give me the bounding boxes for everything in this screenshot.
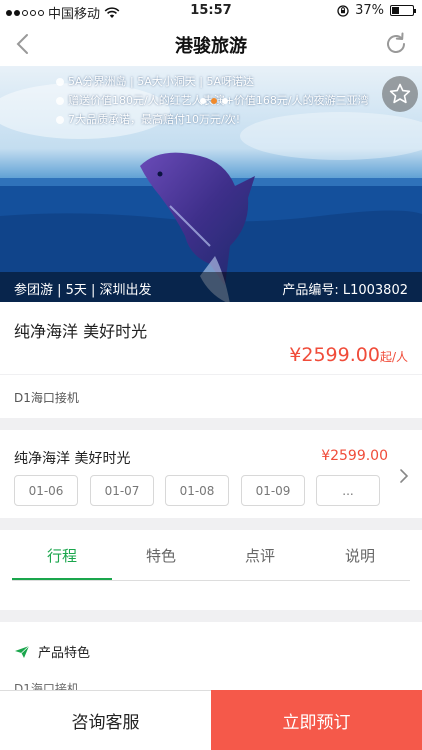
date-chip[interactable]: 01-07 <box>90 475 154 506</box>
tab-itinerary[interactable]: 行程 <box>12 530 112 580</box>
product-name: 纯净海洋 美好时光 <box>14 322 148 341</box>
itinerary-day-text: D1海口接机 <box>14 391 79 405</box>
hero-banner[interactable]: 5A分界洲岛 | 5A大小洞天 | 5A呀诺达 赠送价值180元/人的红艺人表演… <box>0 66 422 302</box>
tour-meta: 参团游 | 5天 | 深圳出发 <box>14 283 152 298</box>
selling-point: 7大品质承诺，最高赔付10万元/次! <box>56 110 369 129</box>
carousel-dot[interactable] <box>222 98 228 104</box>
rotation-lock-icon <box>337 4 349 17</box>
status-bar: 中国移动 15:57 37% <box>0 0 422 22</box>
tab-features[interactable]: 特色 <box>111 530 211 580</box>
date-chip[interactable]: 01-09 <box>241 475 305 506</box>
product-summary: 纯净海洋 美好时光 ¥2599.00起/人 <box>0 302 422 374</box>
more-dates-chip[interactable]: ... <box>316 475 380 506</box>
features-heading: 产品特色 <box>14 642 90 661</box>
bullet-icon <box>56 115 64 124</box>
favorite-button[interactable] <box>382 76 418 112</box>
features-title: 产品特色 <box>38 646 91 661</box>
carousel-dot[interactable] <box>200 98 206 104</box>
carousel-dots <box>200 98 228 104</box>
date-chip[interactable]: 01-08 <box>165 475 229 506</box>
product-code: 产品编号: L1003802 <box>282 283 408 298</box>
tab-notes[interactable]: 说明 <box>310 530 410 580</box>
departure-dates[interactable]: 纯净海洋 美好时光 ¥2599.00 01-06 01-07 01-08 01-… <box>0 430 422 518</box>
paper-plane-icon <box>15 645 30 658</box>
consult-service-button[interactable]: 咨询客服 <box>0 690 211 750</box>
tabs-divider <box>12 580 410 581</box>
dates-product-name: 纯净海洋 美好时光 <box>14 451 131 467</box>
battery-percent: 37% <box>355 3 384 18</box>
tab-content-area <box>0 582 422 610</box>
book-now-button[interactable]: 立即预订 <box>211 690 422 750</box>
product-price: ¥2599.00起/人 <box>289 344 408 366</box>
status-right: 37% <box>337 3 416 18</box>
bullet-icon <box>56 77 64 86</box>
chevron-right-icon[interactable] <box>398 468 410 484</box>
refresh-button[interactable] <box>380 28 412 60</box>
bullet-icon <box>56 96 64 105</box>
selling-point: 5A分界洲岛 | 5A大小洞天 | 5A呀诺达 <box>56 72 369 91</box>
active-tab-indicator <box>12 578 112 580</box>
price-value: ¥2599.00 <box>289 344 380 366</box>
detail-tabs: 行程 特色 点评 说明 <box>0 530 422 582</box>
price-unit: 起/人 <box>379 350 408 364</box>
carousel-dot[interactable] <box>211 98 217 104</box>
hero-caption: 参团游 | 5天 | 深圳出发 产品编号: L1003802 <box>0 272 422 302</box>
battery-icon <box>390 5 416 16</box>
dates-price: ¥2599.00 <box>321 448 388 464</box>
itinerary-preview: D1海口接机 <box>0 375 422 418</box>
tab-reviews[interactable]: 点评 <box>210 530 310 580</box>
page-title: 港骏旅游 <box>175 36 247 57</box>
refresh-icon <box>387 32 405 53</box>
nav-bar: 港骏旅游 <box>0 22 422 66</box>
date-chip[interactable]: 01-06 <box>14 475 78 506</box>
star-icon <box>389 83 411 104</box>
bottom-action-bar: 咨询客服 立即预订 <box>0 690 422 750</box>
